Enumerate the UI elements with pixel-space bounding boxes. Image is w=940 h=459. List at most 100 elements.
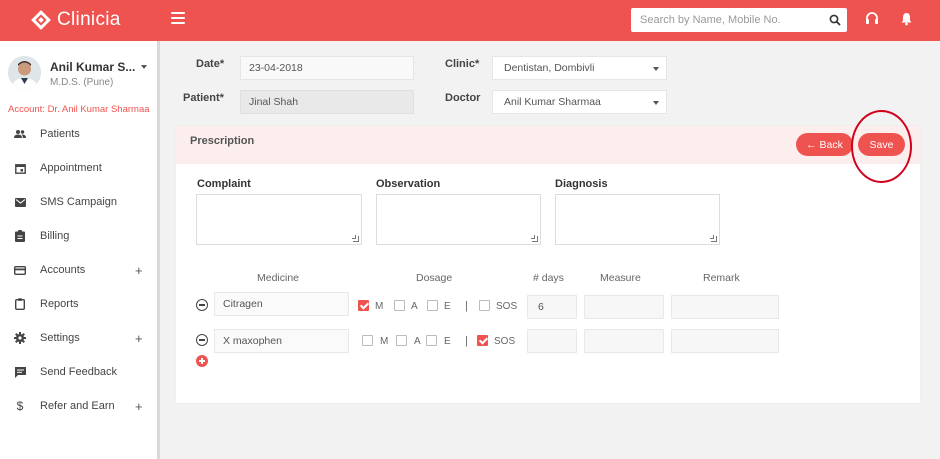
app-logo[interactable]: Clinicia	[31, 6, 121, 34]
expand-plus-icon[interactable]: +	[135, 399, 143, 414]
doctor-value: Anil Kumar Sharmaa	[504, 96, 601, 108]
sidebar-item-label: Send Feedback	[40, 366, 118, 378]
sidebar-item-label: SMS Campaign	[40, 196, 118, 208]
measure-input[interactable]	[584, 295, 664, 319]
remark-input[interactable]	[671, 295, 779, 319]
sidebar-item-appointment[interactable]: Appointment	[0, 154, 157, 182]
days-input[interactable]	[527, 329, 577, 353]
patient-field: Jinal Shah	[240, 90, 414, 114]
user-degree: M.D.S. (Pune)	[50, 77, 114, 88]
sidebar-item-sms-campaign[interactable]: SMS Campaign	[0, 188, 157, 216]
dosage-a-label: A	[414, 336, 421, 347]
save-button[interactable]: Save	[858, 133, 905, 156]
sidebar-item-billing[interactable]: Billing	[0, 222, 157, 250]
remark-column-header: Remark	[703, 272, 740, 284]
sidebar-divider	[157, 41, 160, 459]
medicine-value: X maxophen	[223, 335, 282, 347]
dosage-sos-label: SOS	[494, 336, 516, 347]
sidebar-item-send-feedback[interactable]: Send Feedback	[0, 358, 157, 386]
top-bar: Clinicia	[0, 0, 940, 41]
diagnosis-textarea[interactable]	[555, 194, 720, 245]
sidebar-item-patients[interactable]: Patients	[0, 120, 157, 148]
clinic-select[interactable]: Dentistan, Dombivli	[492, 56, 667, 80]
logo-icon	[31, 10, 51, 30]
remove-row-icon[interactable]	[196, 299, 208, 311]
avatar[interactable]	[8, 56, 41, 89]
back-button[interactable]: ← Back	[796, 133, 853, 156]
dosage-sos-label: SOS	[496, 301, 518, 312]
chevron-down-icon	[141, 65, 148, 69]
sidebar-item-settings[interactable]: Settings +	[0, 324, 157, 352]
prescription-card: Prescription	[175, 125, 921, 404]
dosage-e-checkbox[interactable]	[427, 300, 438, 311]
chevron-down-icon	[653, 101, 659, 105]
measure-column-header: Measure	[600, 272, 641, 284]
remove-row-icon[interactable]	[196, 334, 208, 346]
medicine-column-header: Medicine	[257, 272, 300, 284]
dollar-icon: $	[16, 399, 24, 413]
dosage-m-checkbox[interactable]	[358, 300, 369, 311]
gear-icon	[14, 332, 26, 344]
measure-input[interactable]	[584, 329, 664, 353]
app-name: Clinicia	[57, 9, 121, 30]
feedback-icon	[14, 366, 26, 378]
remark-input[interactable]	[671, 329, 779, 353]
sidebar-item-label: Accounts	[40, 264, 86, 276]
medicine-input[interactable]: X maxophen	[214, 329, 349, 353]
diagnosis-label: Diagnosis	[555, 178, 608, 190]
sidebar-item-label: Patients	[40, 128, 80, 140]
days-input[interactable]: 6	[527, 295, 577, 319]
sidebar-item-reports[interactable]: Reports	[0, 290, 157, 318]
dosage-sos-checkbox[interactable]	[479, 300, 490, 311]
sidebar-item-label: Reports	[40, 298, 79, 310]
complaint-textarea[interactable]	[196, 194, 362, 245]
date-field[interactable]: 23-04-2018	[240, 56, 414, 80]
search-icon[interactable]	[823, 8, 847, 32]
dosage-column-header: Dosage	[416, 272, 453, 284]
dosage-a-checkbox[interactable]	[394, 300, 405, 311]
sidebar-item-accounts[interactable]: Accounts +	[0, 256, 157, 284]
account-label: Account: Dr. Anil Kumar Sharmaa	[8, 104, 150, 115]
dosage-e-label: E	[444, 336, 451, 347]
patient-label: Patient*	[183, 92, 224, 104]
dosage-a-checkbox[interactable]	[396, 335, 407, 346]
sidebar-item-label: Refer and Earn	[40, 400, 115, 412]
dosage-e-checkbox[interactable]	[426, 335, 437, 346]
resize-grip-icon[interactable]	[352, 235, 359, 242]
user-name-dropdown[interactable]: Anil Kumar S...	[50, 60, 148, 74]
dosage-sos-checkbox[interactable]	[477, 335, 488, 346]
medicine-input[interactable]: Citragen	[214, 292, 349, 316]
chevron-down-icon	[653, 67, 659, 71]
people-icon	[14, 128, 26, 140]
add-row-icon[interactable]	[196, 355, 208, 367]
menu-toggle-icon[interactable]	[171, 12, 185, 24]
dosage-m-label: M	[380, 336, 389, 347]
prescription-title: Prescription	[190, 135, 255, 147]
doctor-select[interactable]: Anil Kumar Sharmaa	[492, 90, 667, 114]
sidebar-item-label: Billing	[40, 230, 70, 242]
calendar-icon	[14, 162, 26, 174]
envelope-icon	[14, 196, 26, 208]
sidebar-item-refer-and-earn[interactable]: $ Refer and Earn +	[0, 392, 157, 420]
dosage-e-label: E	[444, 301, 451, 312]
date-label: Date*	[196, 58, 225, 70]
doctor-label: Doctor	[445, 92, 481, 104]
expand-plus-icon[interactable]: +	[135, 331, 143, 346]
headset-icon[interactable]	[864, 11, 880, 27]
observation-textarea[interactable]	[376, 194, 541, 245]
dosage-separator: |	[465, 300, 468, 312]
resize-grip-icon[interactable]	[710, 235, 717, 242]
dosage-m-checkbox[interactable]	[362, 335, 373, 346]
dosage-m-label: M	[375, 301, 384, 312]
dosage-a-label: A	[411, 301, 418, 312]
observation-label: Observation	[376, 178, 441, 190]
dosage-separator: |	[465, 335, 468, 347]
expand-plus-icon[interactable]: +	[135, 263, 143, 278]
report-icon	[14, 298, 26, 310]
search-input[interactable]	[631, 8, 823, 32]
sidebar-item-label: Settings	[40, 332, 80, 344]
resize-grip-icon[interactable]	[531, 235, 538, 242]
medicine-value: Citragen	[223, 298, 263, 310]
bell-icon[interactable]	[898, 11, 914, 27]
user-name: Anil Kumar S...	[50, 60, 136, 74]
